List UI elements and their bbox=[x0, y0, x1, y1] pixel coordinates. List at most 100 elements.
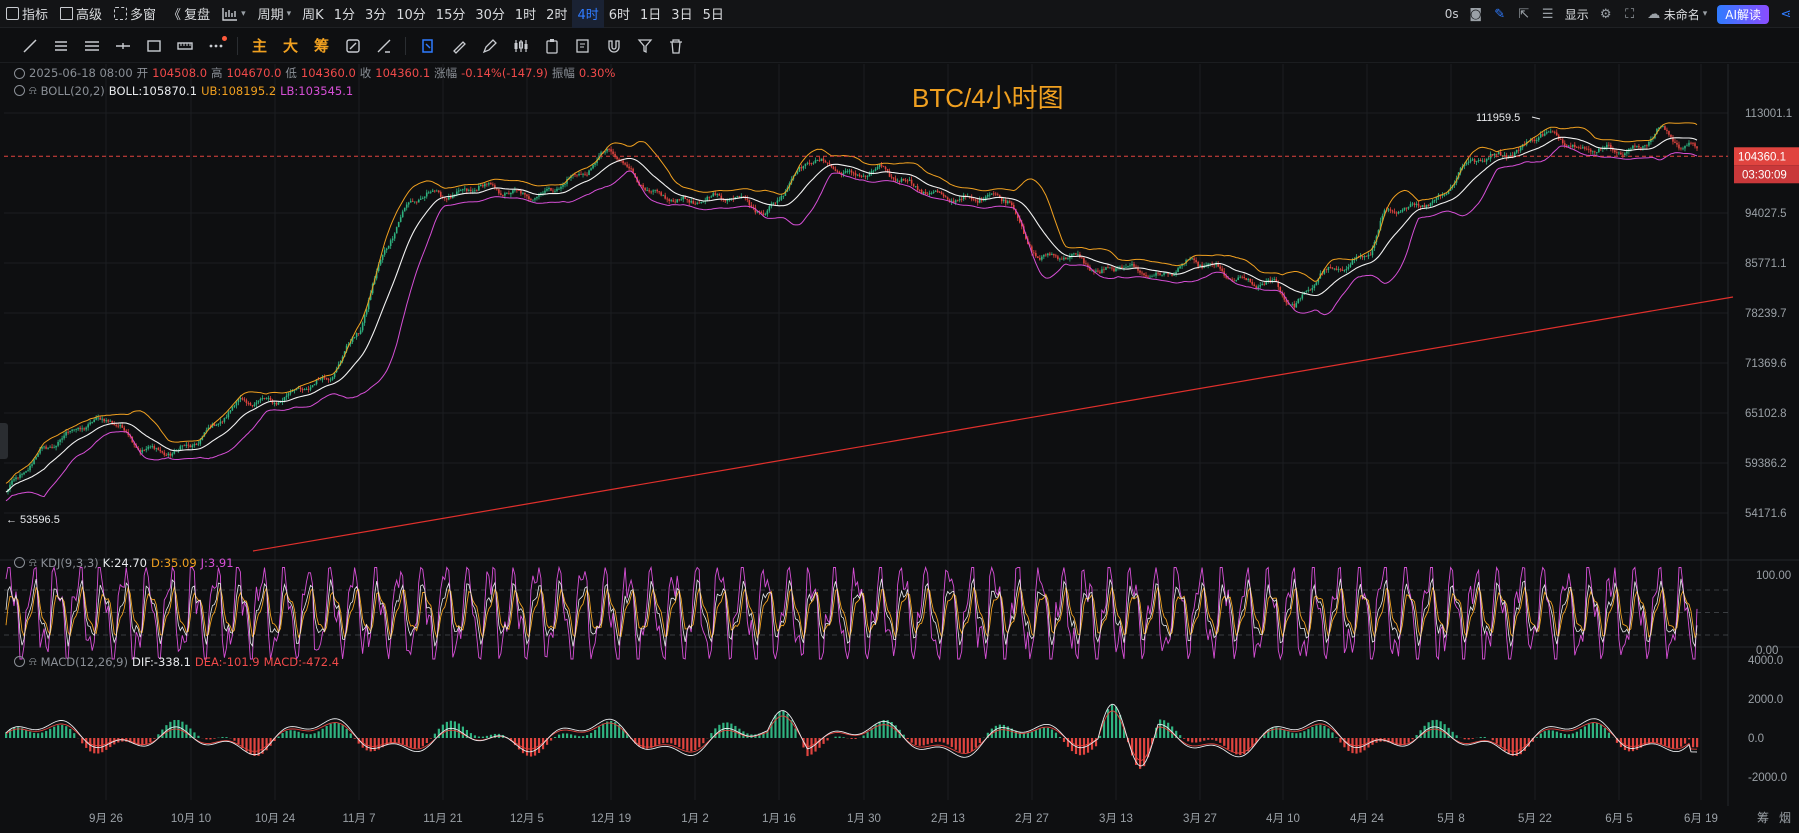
candle-body bbox=[868, 173, 871, 177]
bell-icon[interactable]: ⍾ bbox=[29, 555, 37, 570]
multi-window-button[interactable]: 多窗 bbox=[108, 0, 162, 28]
edit-note-icon[interactable] bbox=[567, 31, 598, 61]
candle-body bbox=[1071, 254, 1073, 256]
candle-body bbox=[1598, 148, 1600, 153]
chart-type-button[interactable]: ▾ bbox=[216, 0, 252, 28]
macd-bar bbox=[1291, 732, 1294, 738]
period-8[interactable]: 4时 bbox=[572, 0, 604, 28]
bell-icon[interactable]: ⍾ bbox=[29, 83, 37, 98]
magnet-icon[interactable] bbox=[598, 31, 629, 61]
macd-bar bbox=[698, 738, 701, 748]
macd-bar bbox=[678, 738, 681, 748]
indicators-button[interactable]: 指标 bbox=[0, 0, 54, 28]
brush-icon[interactable] bbox=[443, 31, 474, 61]
share-icon[interactable]: ⋖ bbox=[1779, 7, 1793, 22]
eraser-icon[interactable] bbox=[368, 31, 399, 61]
pen-icon[interactable] bbox=[474, 31, 505, 61]
candle-body bbox=[468, 189, 470, 191]
candle-body bbox=[646, 190, 648, 191]
candle-body bbox=[1055, 255, 1057, 257]
advanced-button[interactable]: 高级 bbox=[54, 0, 108, 28]
parallel-lines-icon[interactable] bbox=[45, 31, 76, 61]
macd-bar bbox=[682, 738, 685, 750]
chart-canvas[interactable]: 104360.1 03:30:09 113001.1 94027.5 85771.1 78… bbox=[0, 64, 1799, 833]
period-11[interactable]: 3日 bbox=[666, 0, 697, 28]
rectangle-icon[interactable] bbox=[138, 31, 169, 61]
collapse-icon[interactable] bbox=[14, 557, 25, 568]
macd-bar bbox=[369, 738, 372, 752]
large-order-tool[interactable]: 大 bbox=[275, 35, 306, 56]
period-7[interactable]: 2时 bbox=[541, 0, 572, 28]
candle-body bbox=[1511, 155, 1514, 156]
candle-body bbox=[844, 171, 847, 173]
x-axis-label: 10月 10 bbox=[171, 813, 211, 825]
main-chart-tool[interactable]: 主 bbox=[244, 35, 275, 56]
macd-bar bbox=[233, 738, 236, 741]
chip-tool[interactable]: 筹 bbox=[306, 35, 337, 56]
kdj-panel bbox=[4, 565, 1728, 661]
candle-body bbox=[642, 185, 644, 188]
pencil-icon[interactable]: ✎ bbox=[1493, 7, 1507, 22]
macd-bar bbox=[978, 738, 981, 743]
candle-body bbox=[1515, 149, 1518, 153]
x-axis-label: 2月 27 bbox=[1015, 813, 1049, 825]
period-6[interactable]: 1时 bbox=[510, 0, 541, 28]
candles-icon[interactable] bbox=[505, 31, 536, 61]
x-axis-label: 5月 22 bbox=[1518, 813, 1552, 825]
collapse-icon[interactable] bbox=[14, 67, 25, 79]
list-icon[interactable]: ☰ bbox=[1541, 7, 1555, 22]
candle-body bbox=[1473, 159, 1476, 163]
chevron-down-icon: ▾ bbox=[286, 8, 292, 19]
macd-bar bbox=[1439, 721, 1442, 738]
collapse-icon[interactable] bbox=[14, 85, 25, 96]
period-dropdown[interactable]: 周期 ▾ bbox=[252, 0, 298, 28]
collapse-icon[interactable] bbox=[14, 656, 25, 667]
candle-body bbox=[506, 193, 508, 195]
display-button[interactable]: 显示 bbox=[1565, 6, 1589, 23]
candle-body bbox=[696, 202, 699, 204]
candle-body bbox=[976, 200, 979, 203]
ai-interpret-button[interactable]: AI解读 bbox=[1717, 4, 1769, 24]
candle-body bbox=[361, 322, 364, 331]
period-4[interactable]: 15分 bbox=[431, 0, 471, 28]
period-10[interactable]: 1日 bbox=[635, 0, 666, 28]
candle-body bbox=[1415, 203, 1418, 205]
select-tool-icon[interactable] bbox=[412, 31, 443, 61]
candle-body bbox=[1441, 195, 1444, 197]
macd-bar bbox=[1046, 727, 1050, 738]
candle-body bbox=[141, 450, 144, 453]
clipboard-icon[interactable] bbox=[536, 31, 567, 61]
candle-body bbox=[1608, 144, 1610, 146]
bell-icon[interactable]: ⍾ bbox=[29, 654, 37, 669]
compare-icon[interactable] bbox=[337, 31, 368, 61]
candle-body bbox=[1221, 268, 1223, 272]
more-tools-icon[interactable] bbox=[200, 31, 231, 61]
kdj-d-value: D:35.09 bbox=[151, 555, 197, 570]
ray-tool-icon[interactable] bbox=[107, 31, 138, 61]
candle-body bbox=[708, 196, 711, 198]
period-2[interactable]: 3分 bbox=[360, 0, 391, 28]
measure-icon[interactable] bbox=[169, 31, 200, 61]
left-panel-handle[interactable] bbox=[0, 423, 8, 459]
period-3[interactable]: 10分 bbox=[391, 0, 431, 28]
period-5[interactable]: 30分 bbox=[470, 0, 510, 28]
macd-bar bbox=[205, 738, 208, 740]
line-tool-icon[interactable] bbox=[14, 31, 45, 61]
candle-body bbox=[69, 430, 71, 433]
period-9[interactable]: 6时 bbox=[604, 0, 635, 28]
layout-name-dropdown[interactable]: ☁ 未命名 ▾ bbox=[1647, 6, 1707, 23]
period-12[interactable]: 5日 bbox=[698, 0, 729, 28]
trash-icon[interactable] bbox=[660, 31, 691, 61]
fullscreen-icon[interactable]: ⛶ bbox=[1623, 7, 1637, 22]
macd-bar bbox=[654, 738, 657, 747]
filter-icon[interactable] bbox=[629, 31, 660, 61]
settings-icon[interactable]: ⚙ bbox=[1599, 7, 1613, 22]
candle-body bbox=[882, 166, 885, 168]
period-1[interactable]: 1分 bbox=[329, 0, 360, 28]
replay-button[interactable]: 《 复盘 bbox=[162, 0, 216, 28]
camera-icon[interactable]: ◙ bbox=[1469, 7, 1483, 22]
macd-bar bbox=[914, 738, 917, 745]
horizontal-lines-icon[interactable] bbox=[76, 31, 107, 61]
export-icon[interactable]: ⇱ bbox=[1517, 7, 1531, 22]
period-0[interactable]: 周K bbox=[297, 0, 329, 28]
